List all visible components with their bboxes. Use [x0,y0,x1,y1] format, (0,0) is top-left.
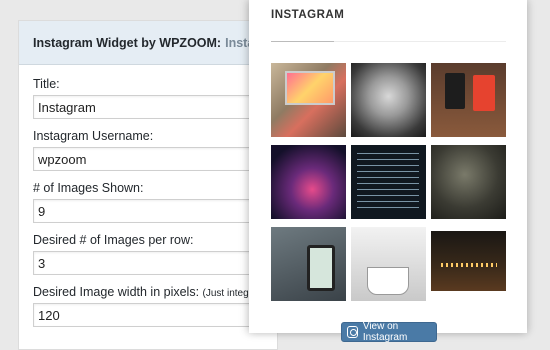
preview-title: INSTAGRAM [271,9,345,21]
images-shown-input[interactable] [33,199,273,223]
images-shown-label: # of Images Shown: [33,181,144,195]
night-lights-photo[interactable] [431,231,506,291]
image-width-input[interactable] [33,303,273,327]
image-width-label-text: Desired Image width in pixels: [33,285,200,299]
smartphone-desk-photo[interactable] [271,227,346,301]
widget-header[interactable]: Instagram Widget by WPZOOM: Instagram [19,21,277,65]
username-input[interactable] [33,147,273,171]
view-button-label: View on Instagram [362,321,408,343]
view-on-instagram-button[interactable]: View on Instagram [341,321,437,343]
car-driver-photo[interactable] [431,145,506,219]
selfie-photo[interactable] [351,63,426,137]
photo-grid [271,63,507,301]
images-per-row-input[interactable] [33,251,273,275]
widget-form: Title: Instagram Username: # of Images S… [19,65,277,337]
username-label: Instagram Username: [33,129,154,143]
instagram-icon [347,326,358,338]
title-label: Title: [33,77,60,91]
instagram-preview-card: INSTAGRAM View on Instagram [249,0,527,343]
widget-header-title: Instagram Widget by WPZOOM: [33,35,222,50]
title-underline [271,41,334,42]
title-divider [334,41,506,42]
title-input[interactable] [33,95,273,119]
code-terminal-photo[interactable] [351,145,426,219]
laptop-photo[interactable] [271,63,346,137]
coffee-cup-photo[interactable] [351,227,426,301]
city-night-photo[interactable] [271,145,346,219]
images-per-row-label: Desired # of Images per row: [33,233,194,247]
phones-photo[interactable] [431,63,506,137]
image-width-label: Desired Image width in pixels: (Just int… [33,285,263,299]
widget-settings-panel: Instagram Widget by WPZOOM: Instagram Ti… [18,20,278,350]
